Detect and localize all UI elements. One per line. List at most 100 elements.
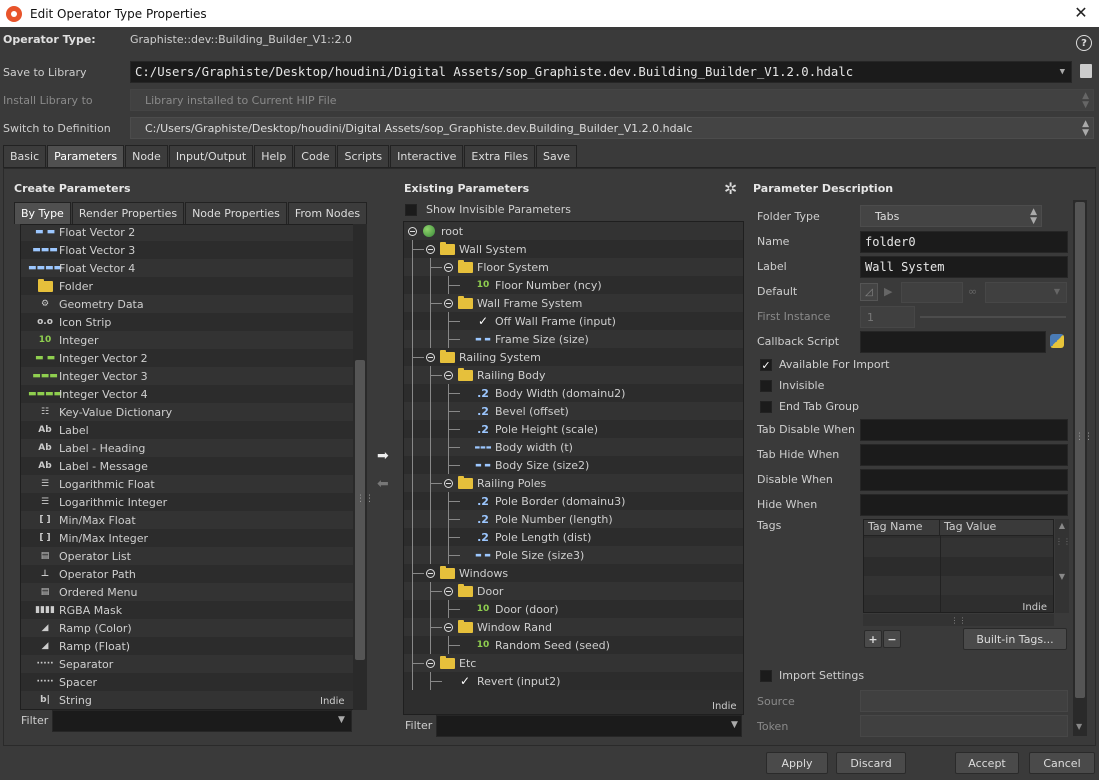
list-item[interactable]: ⊥ Operator Path	[21, 565, 365, 583]
gear-icon[interactable]: ✲	[724, 179, 737, 198]
add-parameter-arrow-icon[interactable]: ➡	[377, 448, 389, 464]
collapse-toggle-icon[interactable]	[444, 298, 453, 308]
tree-item[interactable]: Etc	[404, 654, 743, 672]
builtin-tags-button[interactable]: Built-in Tags...	[963, 628, 1067, 650]
existing-parameters-tree[interactable]: root Wall System Floor System 10 Floor Numbe…	[403, 221, 744, 715]
remove-tag-button[interactable]: −	[883, 630, 901, 648]
list-item[interactable]: Folder	[21, 277, 365, 295]
tab-node[interactable]: Node	[125, 145, 168, 167]
tree-item[interactable]: 10 Random Seed (seed)	[404, 636, 743, 654]
list-item[interactable]: ⚙ Geometry Data	[21, 295, 365, 313]
list-item[interactable]: ☷ Key-Value Dictionary	[21, 403, 365, 421]
tab-by-type[interactable]: By Type	[14, 202, 71, 224]
import-settings-checkbox[interactable]	[760, 670, 772, 682]
list-item[interactable]: Ab Label - Heading	[21, 439, 365, 457]
hide-when-input[interactable]	[860, 494, 1068, 516]
tree-item[interactable]: ▬ ▬ Body Size (size2)	[404, 456, 743, 474]
collapse-toggle-icon[interactable]	[426, 352, 435, 362]
collapse-toggle-icon[interactable]	[426, 568, 435, 578]
help-icon[interactable]: ?	[1076, 35, 1092, 51]
tab-help[interactable]: Help	[254, 145, 294, 167]
chevron-down-icon[interactable]: ▼	[1060, 67, 1065, 77]
tree-item[interactable]: Door	[404, 582, 743, 600]
tags-scrollbar[interactable]: ▲ ⋮⋮ ▼	[1055, 519, 1071, 613]
label-input[interactable]: Wall System	[860, 256, 1068, 278]
list-item[interactable]: 10 Integer	[21, 331, 365, 349]
file-chooser-icon[interactable]	[1080, 64, 1092, 78]
apply-button[interactable]: Apply	[766, 752, 828, 774]
tab-hide-when-input[interactable]	[860, 444, 1068, 466]
list-item[interactable]: [ ] Min/Max Float	[21, 511, 365, 529]
collapse-toggle-icon[interactable]	[444, 262, 453, 272]
list-item[interactable]: Ab Label	[21, 421, 365, 439]
list-item[interactable]: o.o Icon Strip	[21, 313, 365, 331]
close-icon[interactable]: ✕	[1071, 3, 1091, 22]
tree-item[interactable]: .2 Body Width (domainu2)	[404, 384, 743, 402]
available-for-import-checkbox[interactable]: ✓	[760, 359, 772, 372]
list-item[interactable]: Ab Label - Message	[21, 457, 365, 475]
tree-item[interactable]: .2 Pole Height (scale)	[404, 420, 743, 438]
tree-item[interactable]: Wall Frame System	[404, 294, 743, 312]
tree-item[interactable]: .2 Pole Border (domainu3)	[404, 492, 743, 510]
cancel-button[interactable]: Cancel	[1029, 752, 1095, 774]
accept-button[interactable]: Accept	[955, 752, 1019, 774]
tree-item[interactable]: ▬ ▬ Frame Size (size)	[404, 330, 743, 348]
tab-interactive[interactable]: Interactive	[390, 145, 464, 167]
tab-code[interactable]: Code	[294, 145, 337, 167]
list-item[interactable]: ▬▬▬▬ Integer Vector 4	[21, 385, 365, 403]
list-item[interactable]: ····· Spacer	[21, 673, 365, 691]
tree-item[interactable]: 10 Door (door)	[404, 600, 743, 618]
tree-item[interactable]: .2 Pole Number (length)	[404, 510, 743, 528]
list-item[interactable]: b| String	[21, 691, 365, 709]
tree-item[interactable]: .2 Pole Length (dist)	[404, 528, 743, 546]
existing-filter-input[interactable]	[436, 715, 742, 737]
end-tab-group-checkbox[interactable]	[760, 401, 772, 413]
tags-header-name[interactable]: Tag Name	[864, 520, 940, 535]
collapse-toggle-icon[interactable]	[408, 226, 417, 236]
tab-parameters[interactable]: Parameters	[47, 145, 125, 167]
name-input[interactable]: folder0	[860, 231, 1068, 253]
discard-button[interactable]: Discard	[836, 752, 906, 774]
create-filter-input[interactable]	[52, 710, 352, 732]
add-tag-button[interactable]: +	[864, 630, 882, 648]
parameter-type-list[interactable]: ▬ ▬ Float Vector 2 ▬▬▬ Float Vector 3 ▬▬▬▬ Fl…	[20, 224, 366, 710]
remove-parameter-arrow-icon[interactable]: ⬅	[377, 476, 389, 492]
collapse-toggle-icon[interactable]	[426, 658, 435, 668]
tree-item[interactable]: ✓ Revert (input2)	[404, 672, 743, 690]
list-item[interactable]: ☰ Logarithmic Integer	[21, 493, 365, 511]
folder-type-select[interactable]: Tabs ▲ ▼	[860, 205, 1042, 227]
tree-item[interactable]: root	[404, 222, 743, 240]
list-item[interactable]: ▬▬▬ Float Vector 3	[21, 241, 365, 259]
tab-input-output[interactable]: Input/Output	[168, 145, 254, 167]
tags-table[interactable]: Tag Name Tag Value Indie	[863, 519, 1054, 613]
list-item[interactable]: ▬▬▬▬ Float Vector 4	[21, 259, 365, 277]
collapse-toggle-icon[interactable]	[444, 586, 453, 596]
tree-item[interactable]: Wall System	[404, 240, 743, 258]
list-item[interactable]: ▤ Ordered Menu	[21, 583, 365, 601]
collapse-toggle-icon[interactable]	[426, 244, 435, 254]
tree-item[interactable]: ✓ Off Wall Frame (input)	[404, 312, 743, 330]
type-list-scrollbar[interactable]	[353, 224, 367, 710]
tab-save[interactable]: Save	[536, 145, 578, 167]
list-item[interactable]: ····· Separator	[21, 655, 365, 673]
scroll-down-icon[interactable]: ▼	[1076, 722, 1082, 731]
tree-item[interactable]: .2 Bevel (offset)	[404, 402, 743, 420]
tree-item[interactable]: 10 Floor Number (ncy)	[404, 276, 743, 294]
tree-item[interactable]: ▬ ▬ Pole Size (size3)	[404, 546, 743, 564]
list-item[interactable]: ◢ Ramp (Color)	[21, 619, 365, 637]
tree-item[interactable]: Railing Body	[404, 366, 743, 384]
invisible-checkbox[interactable]	[760, 380, 772, 392]
list-item[interactable]: [ ] Min/Max Integer	[21, 529, 365, 547]
tab-extra-files[interactable]: Extra Files	[464, 145, 536, 167]
list-item[interactable]: ▬ ▬ Float Vector 2	[21, 225, 365, 241]
tree-item[interactable]: ▬▬▬ Body width (t)	[404, 438, 743, 456]
tab-basic[interactable]: Basic	[3, 145, 47, 167]
tab-disable-when-input[interactable]	[860, 419, 1068, 441]
disable-when-input[interactable]	[860, 469, 1068, 491]
tree-item[interactable]: Railing System	[404, 348, 743, 366]
collapse-toggle-icon[interactable]	[444, 370, 453, 380]
list-item[interactable]: ▮▮▮▮ RGBA Mask	[21, 601, 365, 619]
tree-item[interactable]: Window Rand	[404, 618, 743, 636]
tab-render-properties[interactable]: Render Properties	[71, 202, 185, 224]
tab-from-nodes[interactable]: From Nodes	[287, 202, 368, 224]
